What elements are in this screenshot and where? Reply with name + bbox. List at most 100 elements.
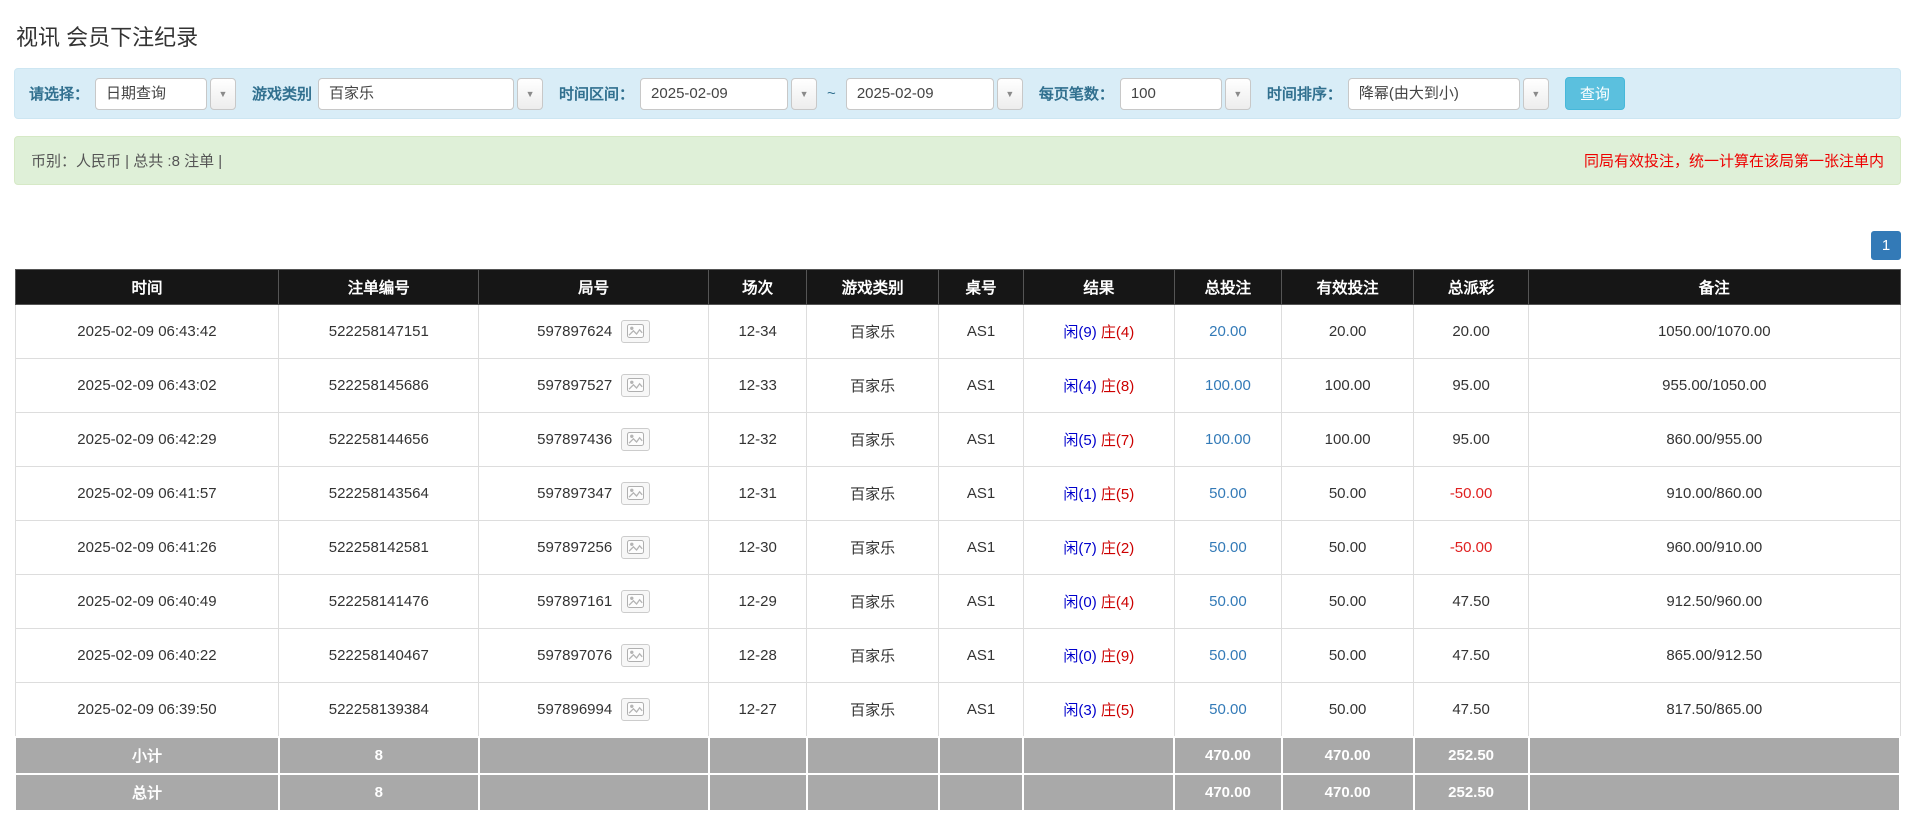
cell-table-no: AS1 bbox=[967, 593, 995, 610]
chevron-down-icon[interactable]: ▼ bbox=[997, 78, 1023, 110]
cell-total-bet[interactable]: 50.00 bbox=[1209, 485, 1247, 502]
cell-bet-id: 522258147151 bbox=[329, 323, 429, 340]
roadmap-icon bbox=[627, 594, 644, 608]
cell-total-bet[interactable]: 50.00 bbox=[1209, 647, 1247, 664]
cell-valid-bet: 100.00 bbox=[1325, 431, 1371, 448]
cell-bet-id: 522258145686 bbox=[329, 377, 429, 394]
cell-table-no: AS1 bbox=[967, 323, 995, 340]
time-sort-value[interactable]: 降幂(由大到小) bbox=[1348, 78, 1520, 110]
roadmap-icon bbox=[627, 702, 644, 716]
cell-total-bet[interactable]: 50.00 bbox=[1209, 593, 1247, 610]
chevron-down-icon[interactable]: ▼ bbox=[1225, 78, 1251, 110]
roadmap-icon-button[interactable] bbox=[621, 536, 650, 559]
cell-total-bet[interactable]: 100.00 bbox=[1205, 377, 1251, 394]
result-banker: 庄(4) bbox=[1101, 324, 1134, 341]
cell-note: 865.00/912.50 bbox=[1666, 647, 1762, 664]
cell-total-bet[interactable]: 50.00 bbox=[1209, 539, 1247, 556]
column-header: 游戏类别 bbox=[807, 270, 939, 305]
cell-game-type: 百家乐 bbox=[850, 486, 895, 503]
total-total-bet: 470.00 bbox=[1174, 774, 1281, 811]
table-row: 2025-02-09 06:41:26522258142581597897256… bbox=[15, 521, 1900, 575]
search-button[interactable]: 查询 bbox=[1565, 77, 1625, 110]
total-valid-bet: 470.00 bbox=[1282, 774, 1414, 811]
pagination: 1 bbox=[14, 231, 1901, 260]
cell-session: 12-31 bbox=[738, 485, 776, 502]
empty-cell bbox=[1023, 774, 1174, 811]
result-banker: 庄(5) bbox=[1101, 486, 1134, 503]
cell-table-no: AS1 bbox=[967, 701, 995, 718]
column-header: 场次 bbox=[709, 270, 807, 305]
chevron-down-icon[interactable]: ▼ bbox=[1523, 78, 1549, 110]
cell-note: 910.00/860.00 bbox=[1666, 485, 1762, 502]
summary-notice: 同局有效投注，统一计算在该局第一张注单内 bbox=[1584, 150, 1884, 171]
cell-valid-bet: 100.00 bbox=[1325, 377, 1371, 394]
chevron-down-icon[interactable]: ▼ bbox=[517, 78, 543, 110]
cell-game-type: 百家乐 bbox=[850, 702, 895, 719]
game-type-value[interactable]: 百家乐 bbox=[318, 78, 514, 110]
cell-note: 912.50/960.00 bbox=[1666, 593, 1762, 610]
date-from-picker[interactable]: 2025-02-09 ▼ bbox=[640, 78, 817, 110]
game-type-dropdown[interactable]: 百家乐 ▼ bbox=[318, 78, 543, 110]
result-banker: 庄(8) bbox=[1101, 378, 1134, 395]
table-row: 2025-02-09 06:40:22522258140467597897076… bbox=[15, 629, 1900, 683]
table-body: 2025-02-09 06:43:42522258147151597897624… bbox=[15, 305, 1900, 811]
cell-time: 2025-02-09 06:41:26 bbox=[77, 539, 216, 556]
query-type-dropdown[interactable]: 日期查询 ▼ bbox=[95, 78, 236, 110]
page-number-button[interactable]: 1 bbox=[1871, 231, 1901, 260]
date-to-picker[interactable]: 2025-02-09 ▼ bbox=[846, 78, 1023, 110]
time-sort-dropdown[interactable]: 降幂(由大到小) ▼ bbox=[1348, 78, 1549, 110]
cell-total-bet[interactable]: 100.00 bbox=[1205, 431, 1251, 448]
cell-valid-bet: 20.00 bbox=[1329, 323, 1367, 340]
cell-session: 12-27 bbox=[738, 701, 776, 718]
date-range-separator: ~ bbox=[827, 85, 836, 102]
page-size-value[interactable]: 100 bbox=[1120, 78, 1222, 110]
roadmap-icon-button[interactable] bbox=[621, 482, 650, 505]
roadmap-icon-button[interactable] bbox=[621, 320, 650, 343]
empty-cell bbox=[807, 737, 939, 774]
roadmap-icon-button[interactable] bbox=[621, 644, 650, 667]
date-to-value[interactable]: 2025-02-09 bbox=[846, 78, 994, 110]
chevron-down-icon[interactable]: ▼ bbox=[791, 78, 817, 110]
cell-time: 2025-02-09 06:40:49 bbox=[77, 593, 216, 610]
summary-currency-count: 币别：人民币 | 总共 :8 注单 | bbox=[31, 150, 222, 171]
cell-total-bet[interactable]: 50.00 bbox=[1209, 701, 1247, 718]
cell-payout: 95.00 bbox=[1452, 377, 1490, 394]
column-header: 结果 bbox=[1023, 270, 1174, 305]
column-header: 总投注 bbox=[1174, 270, 1281, 305]
empty-cell bbox=[479, 737, 709, 774]
cell-table-no: AS1 bbox=[967, 377, 995, 394]
roadmap-icon-button[interactable] bbox=[621, 590, 650, 613]
bet-records-table: 时间注单编号局号场次游戏类别桌号结果总投注有效投注总派彩备注 2025-02-0… bbox=[14, 269, 1901, 812]
cell-valid-bet: 50.00 bbox=[1329, 485, 1367, 502]
roadmap-icon-button[interactable] bbox=[621, 374, 650, 397]
cell-time: 2025-02-09 06:39:50 bbox=[77, 701, 216, 718]
cell-table-no: AS1 bbox=[967, 431, 995, 448]
query-type-value[interactable]: 日期查询 bbox=[95, 78, 207, 110]
chevron-down-icon[interactable]: ▼ bbox=[210, 78, 236, 110]
empty-cell bbox=[939, 774, 1024, 811]
column-header: 局号 bbox=[479, 270, 709, 305]
total-row: 总计8470.00470.00252.50 bbox=[15, 774, 1900, 811]
empty-cell bbox=[709, 737, 807, 774]
page-size-dropdown[interactable]: 100 ▼ bbox=[1120, 78, 1251, 110]
page-title: 视讯 会员下注纪录 bbox=[14, 10, 1901, 68]
cell-round-id: 597896994 bbox=[537, 701, 612, 718]
cell-note: 960.00/910.00 bbox=[1666, 539, 1762, 556]
column-header: 桌号 bbox=[939, 270, 1024, 305]
result-banker: 庄(9) bbox=[1101, 648, 1134, 665]
cell-round-id: 597897624 bbox=[537, 323, 612, 340]
cell-session: 12-29 bbox=[738, 593, 776, 610]
roadmap-icon-button[interactable] bbox=[621, 428, 650, 451]
cell-session: 12-32 bbox=[738, 431, 776, 448]
cell-table-no: AS1 bbox=[967, 647, 995, 664]
result-player: 闲(0) bbox=[1063, 594, 1096, 611]
date-from-value[interactable]: 2025-02-09 bbox=[640, 78, 788, 110]
roadmap-icon bbox=[627, 540, 644, 554]
result-banker: 庄(2) bbox=[1101, 540, 1134, 557]
column-header: 时间 bbox=[15, 270, 279, 305]
cell-round-id: 597897161 bbox=[537, 593, 612, 610]
cell-payout: -50.00 bbox=[1450, 485, 1493, 502]
game-type-label: 游戏类别 bbox=[252, 83, 312, 104]
cell-total-bet[interactable]: 20.00 bbox=[1209, 323, 1247, 340]
roadmap-icon-button[interactable] bbox=[621, 698, 650, 721]
